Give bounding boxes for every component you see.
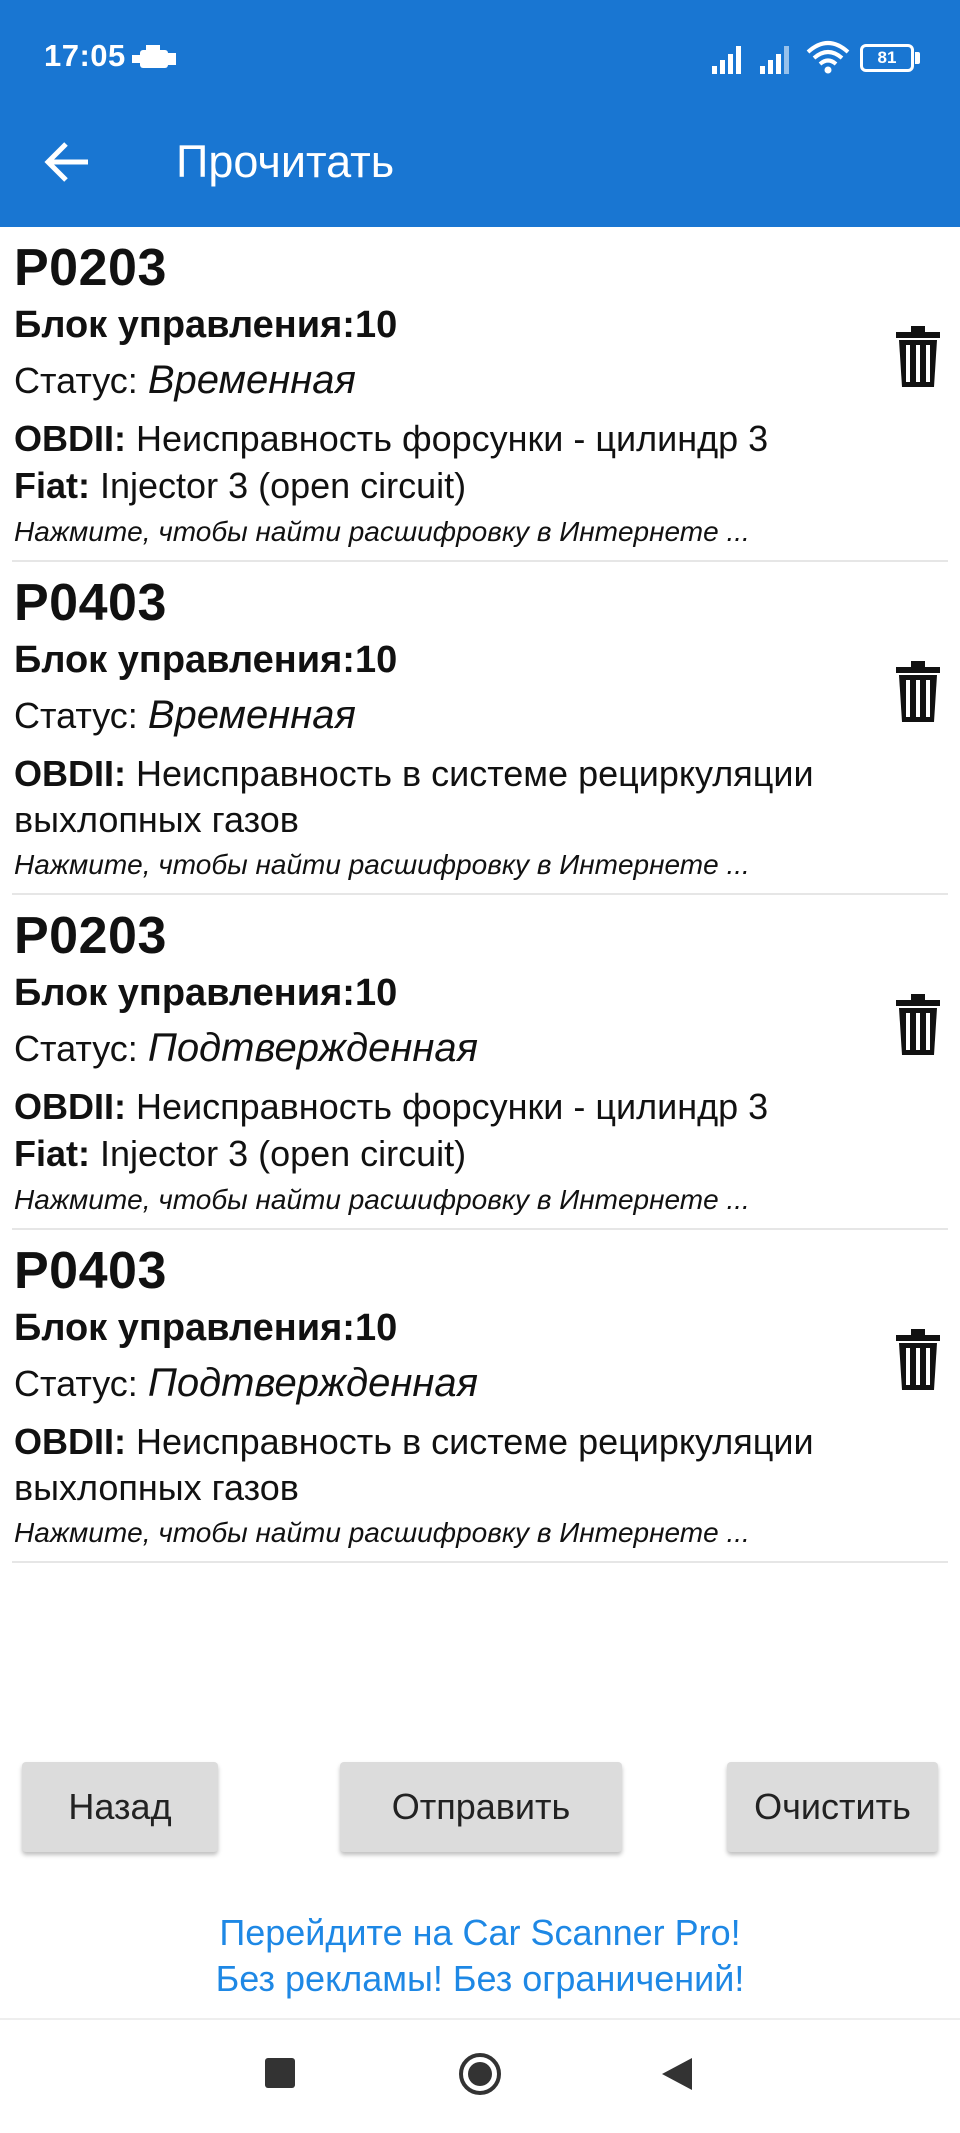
app-bar: Прочитать — [0, 112, 960, 227]
obd-label: OBDII: — [14, 418, 126, 459]
status-value: Временная — [147, 358, 356, 402]
obd-label: OBDII: — [14, 753, 126, 794]
signal-icon — [760, 46, 789, 74]
fiat-label: Fiat: — [14, 465, 90, 506]
fiat-description: Fiat: Injector 3 (open circuit) — [14, 1130, 948, 1178]
control-unit: Блок управления:10 — [14, 1307, 398, 1349]
fiat-text: Injector 3 (open circuit) — [100, 1133, 467, 1174]
pro-upgrade-link[interactable]: Перейдите на Car Scanner Pro! Без реклам… — [0, 1910, 960, 2002]
clear-button[interactable]: Очистить — [727, 1762, 938, 1852]
promo-line-2: Без рекламы! Без ограничений! — [215, 1958, 745, 1999]
status-value: Временная — [147, 693, 356, 737]
error-code-list: P0203 Блок управления:10 Статус: Временн… — [0, 227, 960, 1563]
search-online-hint[interactable]: Нажмите, чтобы найти расшифровку в Интер… — [14, 510, 948, 560]
obd-description: OBDII: Неисправность в системе рециркуля… — [14, 1413, 854, 1511]
obd-description: OBDII: Неисправность в системе рециркуля… — [14, 745, 854, 843]
status-label: Статус: — [14, 360, 138, 401]
error-code: P0203 — [14, 239, 167, 297]
error-code: P0403 — [14, 1242, 167, 1300]
recents-square-icon[interactable] — [265, 2058, 295, 2088]
trash-icon[interactable] — [894, 1328, 942, 1392]
send-button[interactable]: Отправить — [340, 1762, 622, 1852]
error-code: P0403 — [14, 574, 167, 632]
home-circle-icon[interactable] — [458, 2052, 502, 2096]
status-icons: 81 — [700, 38, 960, 78]
control-unit: Блок управления:10 — [14, 304, 398, 346]
error-code-card[interactable]: P0403 Блок управления:10 Статус: Подтвер… — [12, 1230, 948, 1563]
search-online-hint[interactable]: Нажмите, чтобы найти расшифровку в Интер… — [14, 1178, 948, 1228]
trash-icon[interactable] — [894, 993, 942, 1057]
status-time: 17:05 — [44, 38, 126, 73]
search-online-hint[interactable]: Нажмите, чтобы найти расшифровку в Интер… — [14, 843, 948, 893]
status-value: Подтвержденная — [147, 1361, 479, 1405]
back-button[interactable]: Назад — [22, 1762, 218, 1852]
car-engine-icon — [132, 45, 176, 68]
obd-label: OBDII: — [14, 1086, 126, 1127]
signal-icon — [712, 46, 741, 74]
status-value: Подтвержденная — [147, 1026, 479, 1070]
obd-text: Неисправность в системе рециркуляции вых… — [14, 1421, 814, 1508]
status-label: Статус: — [14, 1028, 138, 1069]
top-bar: 17:05 81 Прочитать — [0, 0, 960, 227]
status-bar: 17:05 81 — [0, 0, 960, 112]
fiat-label: Fiat: — [14, 1133, 90, 1174]
search-online-hint[interactable]: Нажмите, чтобы найти расшифровку в Интер… — [14, 1511, 948, 1561]
status-line: Статус: Временная — [14, 351, 948, 410]
status-label: Статус: — [14, 1363, 138, 1404]
obd-text: Неисправность форсунки - цилиндр 3 — [136, 1086, 769, 1127]
error-code-card[interactable]: P0403 Блок управления:10 Статус: Временн… — [12, 562, 948, 895]
control-unit: Блок управления:10 — [14, 972, 398, 1014]
status-line: Статус: Временная — [14, 686, 948, 745]
error-code-card[interactable]: P0203 Блок управления:10 Статус: Временн… — [12, 227, 948, 562]
control-unit: Блок управления:10 — [14, 639, 398, 681]
trash-icon[interactable] — [894, 660, 942, 724]
fiat-text: Injector 3 (open circuit) — [100, 465, 467, 506]
obd-text: Неисправность форсунки - цилиндр 3 — [136, 418, 769, 459]
promo-line-1: Перейдите на Car Scanner Pro! — [219, 1912, 741, 1953]
error-code-card[interactable]: P0203 Блок управления:10 Статус: Подтвер… — [12, 895, 948, 1230]
obd-label: OBDII: — [14, 1421, 126, 1462]
obd-text: Неисправность в системе рециркуляции вых… — [14, 753, 814, 840]
error-code: P0203 — [14, 907, 167, 965]
status-label: Статус: — [14, 695, 138, 736]
page-title: Прочитать — [176, 136, 395, 187]
arrow-left-icon[interactable] — [40, 134, 96, 190]
status-line: Статус: Подтвержденная — [14, 1019, 948, 1078]
obd-description: OBDII: Неисправность форсунки - цилиндр … — [14, 410, 854, 462]
back-triangle-icon[interactable] — [660, 2056, 694, 2092]
trash-icon[interactable] — [894, 325, 942, 389]
wifi-icon — [806, 41, 850, 74]
obd-description: OBDII: Неисправность форсунки - цилиндр … — [14, 1078, 854, 1130]
battery-level: 81 — [877, 48, 897, 67]
status-line: Статус: Подтвержденная — [14, 1354, 948, 1413]
battery-icon: 81 — [860, 44, 920, 72]
fiat-description: Fiat: Injector 3 (open circuit) — [14, 462, 948, 510]
system-nav-bar — [0, 2020, 960, 2133]
